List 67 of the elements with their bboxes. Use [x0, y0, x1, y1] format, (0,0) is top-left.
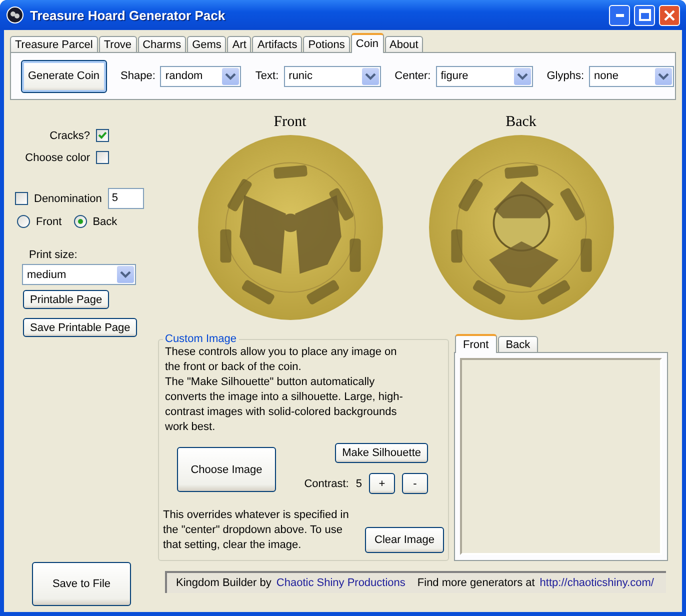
checkbox[interactable]: [96, 129, 109, 142]
print-size-label: Print size:: [29, 249, 78, 261]
tab[interactable]: Back: [498, 336, 538, 353]
save-button[interactable]: Save to File: [32, 562, 131, 606]
credit-text: Kingdom Builder by: [176, 577, 272, 589]
dropdown[interactable]: random: [160, 66, 242, 86]
window-title: Treasure Hoard Generator Pack: [30, 8, 226, 22]
coin-label: Back: [506, 114, 536, 131]
tab[interactable]: Trove: [98, 36, 137, 53]
dropdown[interactable]: figure: [436, 66, 533, 86]
note-text: This overrides whatever is specified in the "center" dropdown above. To use that setting, clear the image.: [163, 508, 350, 553]
tab[interactable]: Potions: [303, 36, 350, 53]
contrast-label: Contrast:: [304, 478, 349, 490]
radio-button[interactable]: [17, 215, 30, 228]
tab[interactable]: Artifacts: [252, 36, 302, 53]
website-link[interactable]: http://chaoticshiny.com/: [540, 577, 654, 589]
close-button[interactable]: [659, 4, 680, 26]
dropdown-label: Shape:: [120, 70, 156, 82]
denomination-field[interactable]: 5: [108, 188, 144, 209]
tab[interactable]: Charms: [138, 36, 186, 53]
dropdown-label: Text:: [255, 70, 279, 82]
description-text: The "Make Silhouette" button automatically converts the image into a silhouette. Large, high-contrast images with solid-colored backgrounds work best.: [165, 375, 404, 435]
checkbox-label: Denomination: [34, 192, 102, 204]
maximize-button[interactable]: [634, 4, 655, 26]
checkbox-label: Choose color: [25, 152, 90, 164]
tab[interactable]: Gems: [187, 36, 226, 53]
radio-button[interactable]: [74, 215, 87, 228]
dropdown-label: Glyphs:: [546, 70, 584, 82]
tab[interactable]: Art: [227, 36, 252, 53]
generate-button[interactable]: Generate Coin: [21, 60, 107, 92]
print-button[interactable]: Printable Page: [23, 290, 110, 309]
tab[interactable]: Coin: [350, 33, 384, 53]
dropdown-label: Center:: [394, 70, 431, 82]
tab[interactable]: About: [384, 36, 424, 53]
make-silhouette-button[interactable]: Make Silhouette: [335, 443, 428, 463]
tab[interactable]: Front: [455, 334, 497, 353]
chevron-down-icon: [362, 68, 379, 84]
close-icon: [664, 10, 675, 20]
decrease-button[interactable]: -: [402, 473, 428, 494]
chevron-down-icon: [222, 68, 240, 84]
choose-image-button[interactable]: Choose Image: [177, 447, 276, 492]
more-text: Find more generators at: [417, 577, 535, 589]
increase-button[interactable]: +: [369, 473, 395, 494]
tab[interactable]: Treasure Parcel: [10, 36, 98, 53]
dropdown[interactable]: medium: [22, 264, 136, 285]
chevron-down-icon: [655, 68, 672, 84]
checkmark-icon: [98, 131, 107, 140]
chevron-down-icon: [117, 266, 134, 283]
minimize-icon: [616, 14, 624, 16]
group-title: Custom Image: [164, 333, 238, 345]
dropdown[interactable]: none: [589, 66, 674, 86]
coin-label: Front: [274, 114, 306, 131]
clear-image-button[interactable]: Clear Image: [365, 527, 444, 553]
dropdown[interactable]: runic: [284, 66, 381, 86]
app-icon: [6, 6, 24, 24]
contrast-value: 5: [356, 478, 362, 490]
checkbox-label: Cracks?: [50, 130, 90, 142]
description-text: These controls allow you to place any image on the front or back of the coin.: [165, 345, 398, 375]
chevron-down-icon: [514, 68, 531, 84]
radio-label: Back: [92, 216, 118, 228]
print-button[interactable]: Save Printable Page: [23, 318, 138, 337]
checkbox[interactable]: [15, 192, 28, 205]
credit-link[interactable]: Chaotic Shiny Productions: [276, 577, 406, 589]
minimize-button[interactable]: [609, 4, 630, 26]
radio-label: Front: [36, 216, 62, 228]
checkbox[interactable]: [96, 151, 109, 164]
maximize-icon: [638, 9, 650, 21]
